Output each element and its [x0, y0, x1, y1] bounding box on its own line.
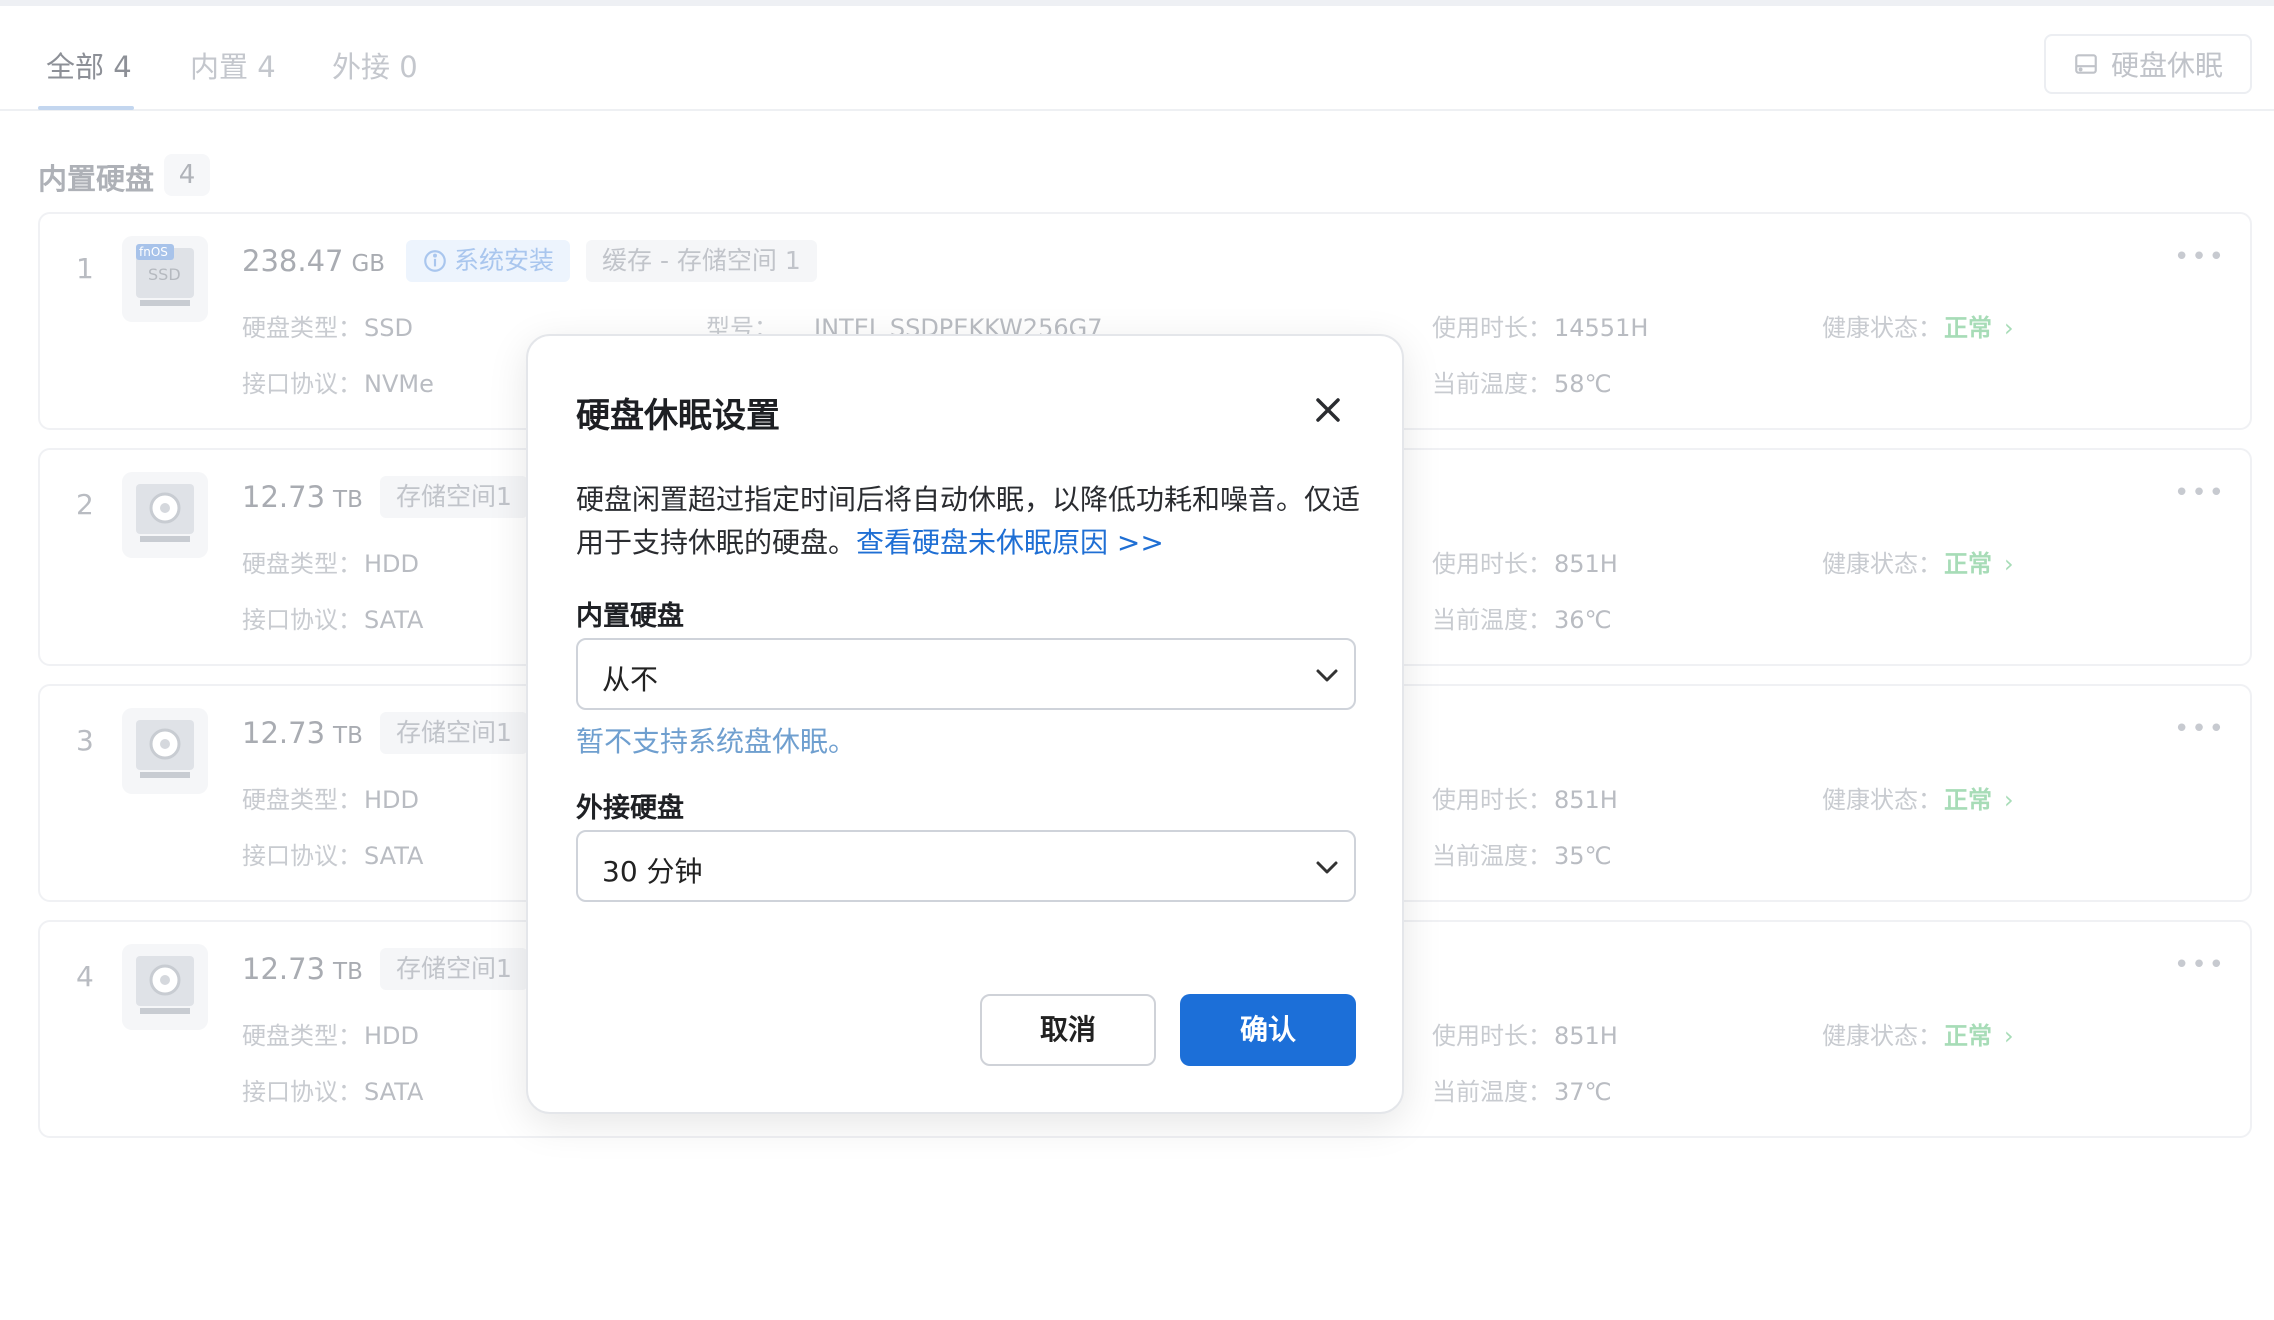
chevron-right-icon: ›	[2004, 786, 2014, 814]
more-options-icon[interactable]: •••	[2174, 242, 2226, 272]
storage-tag: 存储空间1	[380, 476, 528, 518]
disk-health-link[interactable]: 健康状态：正常 ›	[1822, 544, 2014, 579]
info-icon	[424, 250, 446, 272]
tab-all[interactable]: 全部 4	[46, 44, 132, 86]
disk-index: 1	[76, 252, 94, 285]
close-icon[interactable]	[1308, 390, 1348, 430]
disk-capacity: 238.47 GB	[242, 244, 386, 278]
tab-bar: 全部 4 内置 4 外接 0 硬盘休眠	[0, 6, 2274, 111]
disk-sleep-button[interactable]: 硬盘休眠	[2044, 34, 2252, 94]
disk-capacity: 12.73 TB	[242, 480, 363, 514]
chevron-right-icon: ›	[2004, 1022, 2014, 1050]
tab-external[interactable]: 外接 0	[332, 44, 418, 86]
disk-usage-hours: 使用时长：851H	[1432, 1022, 1618, 1050]
more-options-icon[interactable]: •••	[2174, 714, 2226, 744]
cancel-button[interactable]: 取消	[980, 994, 1156, 1066]
tab-internal[interactable]: 内置 4	[190, 44, 276, 86]
internal-disk-label: 内置硬盘	[576, 601, 684, 632]
chevron-right-icon: ›	[2004, 550, 2014, 578]
internal-disk-select[interactable]: 从不	[576, 638, 1356, 710]
disk-temperature: 当前温度：36℃	[1432, 606, 1612, 634]
system-install-badge: 系统安装	[406, 240, 571, 282]
disk-interface: 接口协议：SATA	[242, 1078, 424, 1106]
internal-disk-hint: 暂不支持系统盘休眠。	[576, 725, 857, 758]
disk-sleep-button-label: 硬盘休眠	[2110, 49, 2223, 82]
disk-health-link[interactable]: 健康状态：正常 ›	[1822, 1016, 2014, 1051]
chevron-right-icon: ›	[2004, 314, 2014, 342]
chevron-down-icon	[1316, 669, 1338, 682]
disk-usage-hours: 使用时长：14551H	[1432, 314, 1649, 342]
disk-capacity: 12.73 TB	[242, 716, 363, 750]
chevron-down-icon	[1316, 861, 1338, 874]
disk-health-link[interactable]: 健康状态：正常 ›	[1822, 308, 2014, 343]
confirm-button[interactable]: 确认	[1180, 994, 1356, 1066]
disk-type: 硬盘类型：HDD	[242, 786, 420, 814]
disk-type: 硬盘类型：SSD	[242, 314, 413, 342]
hard-drive-icon	[2075, 54, 2097, 74]
disk-usage-hours: 使用时长：851H	[1432, 786, 1618, 814]
disk-capacity: 12.73 TB	[242, 952, 363, 986]
disk-health-link[interactable]: 健康状态：正常 ›	[1822, 780, 2014, 815]
hdd-icon	[122, 472, 208, 558]
hdd-icon	[122, 944, 208, 1030]
disk-usage-hours: 使用时长：851H	[1432, 550, 1618, 578]
disk-temperature: 当前温度：37℃	[1432, 1078, 1612, 1106]
disk-temperature: 当前温度：35℃	[1432, 842, 1612, 870]
dialog-description: 硬盘闲置超过指定时间后将自动休眠，以降低功耗和噪音。仅适用于支持休眠的硬盘。查看…	[576, 483, 1361, 559]
active-tab-indicator	[38, 106, 134, 110]
internal-disk-select-value: 从不	[602, 663, 659, 696]
disk-type: 硬盘类型：HDD	[242, 550, 420, 578]
external-disk-select[interactable]: 30 分钟	[576, 830, 1356, 902]
disk-interface: 接口协议：SATA	[242, 842, 424, 870]
hdd-icon	[122, 708, 208, 794]
dialog-title: 硬盘休眠设置	[576, 396, 780, 436]
disk-interface: 接口协议：SATA	[242, 606, 424, 634]
more-options-icon[interactable]: •••	[2174, 950, 2226, 980]
external-disk-label: 外接硬盘	[576, 793, 684, 824]
section-count-badge: 4	[164, 154, 210, 196]
section-title: 内置硬盘	[38, 162, 155, 196]
disk-sleep-settings-dialog: 硬盘休眠设置 硬盘闲置超过指定时间后将自动休眠，以降低功耗和噪音。仅适用于支持休…	[526, 334, 1404, 1114]
storage-tag: 缓存 - 存储空间 1	[586, 240, 817, 282]
disk-type: 硬盘类型：HDD	[242, 1022, 420, 1050]
disk-temperature: 当前温度：58℃	[1432, 370, 1612, 398]
external-disk-select-value: 30 分钟	[602, 855, 703, 888]
svg-text:SSD: SSD	[148, 265, 181, 284]
disk-index: 2	[76, 488, 94, 521]
disk-index: 4	[76, 960, 94, 993]
sleep-reason-link[interactable]: 查看硬盘未休眠原因 >>	[856, 526, 1164, 559]
more-options-icon[interactable]: •••	[2174, 478, 2226, 508]
disk-index: 3	[76, 724, 94, 757]
storage-tag: 存储空间1	[380, 948, 528, 990]
svg-text:fnOS: fnOS	[139, 245, 168, 259]
disk-interface: 接口协议：NVMe	[242, 370, 434, 398]
storage-tag: 存储空间1	[380, 712, 528, 754]
ssd-icon: fnOS SSD	[122, 236, 208, 322]
